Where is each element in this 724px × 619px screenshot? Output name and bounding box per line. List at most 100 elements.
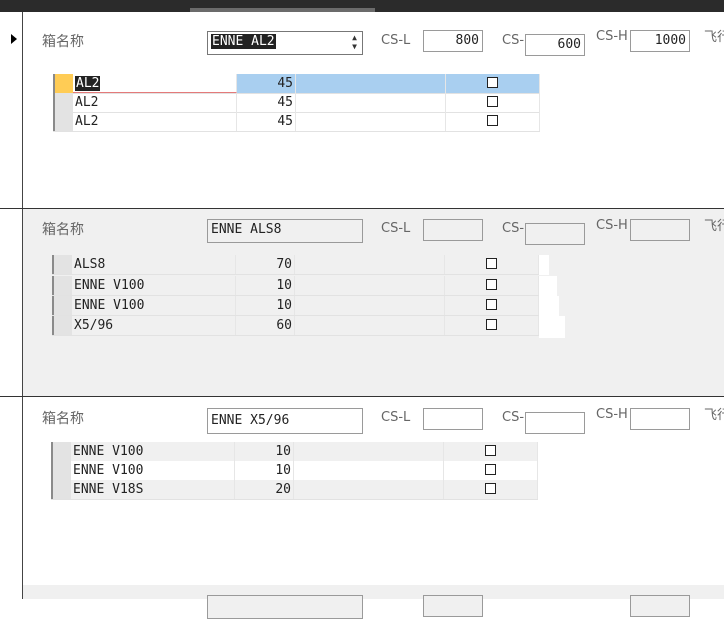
cs-w-field[interactable] xyxy=(525,412,585,434)
spin-down-icon[interactable]: ▼ xyxy=(350,42,359,51)
items-subform: ALS8 70 ENNE V100 10 ENNE V100 10 X5/96 … xyxy=(52,255,565,338)
item-name-cell[interactable]: ENNE V18S xyxy=(71,480,235,499)
item-name-cell[interactable]: AL2 xyxy=(73,93,237,112)
item-check-cell[interactable] xyxy=(446,93,540,112)
item-checkbox[interactable] xyxy=(486,299,497,310)
item-blank-cell[interactable] xyxy=(295,316,445,335)
cs-l-field[interactable]: 800 xyxy=(423,30,483,52)
item-checkbox[interactable] xyxy=(486,258,497,269)
cs-h-field[interactable] xyxy=(630,219,690,241)
item-checkbox[interactable] xyxy=(487,115,498,126)
row-selector[interactable] xyxy=(51,461,71,480)
item-qty-cell[interactable]: 20 xyxy=(235,480,294,499)
items-subform: ENNE V100 10 ENNE V100 10 ENNE V18S 20 xyxy=(51,442,538,500)
item-name-cell[interactable]: ALS8 xyxy=(72,255,236,274)
item-check-cell[interactable] xyxy=(444,480,538,499)
row-selector[interactable] xyxy=(53,112,73,131)
item-name-cell[interactable]: AL2 xyxy=(73,74,237,93)
spin-up-icon[interactable]: ▲ xyxy=(350,33,359,42)
item-check-cell[interactable] xyxy=(446,74,540,93)
table-row[interactable]: ALS8 70 xyxy=(52,255,539,275)
item-check-cell[interactable] xyxy=(444,442,538,461)
current-record-arrow-icon xyxy=(11,34,17,44)
item-blank-cell[interactable] xyxy=(294,442,444,461)
item-name-cell[interactable]: ENNE V100 xyxy=(72,276,236,295)
item-qty-cell[interactable]: 10 xyxy=(236,276,295,295)
item-qty-cell[interactable]: 70 xyxy=(236,255,295,274)
box-name-value: ENNE AL2 xyxy=(211,34,276,49)
item-checkbox[interactable] xyxy=(486,279,497,290)
cs-l-label: CS-L xyxy=(381,33,411,48)
item-checkbox[interactable] xyxy=(485,483,496,494)
item-blank-cell[interactable] xyxy=(294,461,444,480)
item-blank-cell[interactable] xyxy=(294,480,444,499)
item-qty-cell[interactable]: 10 xyxy=(235,442,294,461)
item-blank-cell[interactable] xyxy=(295,255,445,274)
table-row[interactable]: ENNE V100 10 xyxy=(52,296,539,316)
item-check-cell[interactable] xyxy=(445,255,539,274)
item-name-cell[interactable]: ENNE V100 xyxy=(71,442,235,461)
row-selector[interactable] xyxy=(51,480,71,499)
item-check-cell[interactable] xyxy=(445,296,539,315)
table-row[interactable]: AL2 45 xyxy=(53,112,540,132)
item-qty-cell[interactable]: 60 xyxy=(236,316,295,335)
row-selector[interactable] xyxy=(52,296,72,315)
cs-l-field[interactable] xyxy=(423,408,483,430)
row-selector[interactable] xyxy=(52,276,72,295)
item-qty-cell[interactable]: 10 xyxy=(236,296,295,315)
box-name-field[interactable]: ENNE ALS8 xyxy=(207,219,363,243)
item-name-cell[interactable]: ENNE V100 xyxy=(72,296,236,315)
item-qty-cell[interactable]: 45 xyxy=(237,74,296,93)
flight-label: 飞行 xyxy=(704,30,724,45)
cs-w-field[interactable] xyxy=(525,223,585,245)
box-name-field[interactable]: ENNE X5/96 xyxy=(207,408,363,434)
item-blank-cell[interactable] xyxy=(296,93,446,112)
combo-spinner[interactable]: ▲ ▼ xyxy=(350,33,359,51)
cs-h-field[interactable] xyxy=(630,595,690,617)
row-selector[interactable] xyxy=(53,74,73,93)
record-4-partial xyxy=(23,585,724,619)
table-row[interactable]: ENNE V100 10 xyxy=(51,461,538,481)
item-name-cell[interactable]: ENNE V100 xyxy=(71,461,235,480)
table-row[interactable]: ENNE V100 10 xyxy=(51,442,538,462)
item-checkbox[interactable] xyxy=(485,445,496,456)
item-checkbox[interactable] xyxy=(487,96,498,107)
cs-h-field[interactable] xyxy=(630,408,690,430)
item-blank-cell[interactable] xyxy=(295,296,445,315)
table-row[interactable]: AL2 45 xyxy=(53,74,540,94)
item-name-cell[interactable]: X5/96 xyxy=(72,316,236,335)
table-row[interactable]: X5/96 60 xyxy=(52,316,539,336)
cs-l-field[interactable] xyxy=(423,595,483,617)
item-checkbox[interactable] xyxy=(487,77,498,88)
item-check-cell[interactable] xyxy=(445,276,539,295)
table-row[interactable]: AL2 45 xyxy=(53,93,540,113)
item-check-cell[interactable] xyxy=(444,461,538,480)
row-selector[interactable] xyxy=(51,442,71,461)
record-selector-column[interactable] xyxy=(0,12,23,599)
cs-w-label: CS- xyxy=(502,33,525,48)
item-check-cell[interactable] xyxy=(445,316,539,335)
item-qty-cell[interactable]: 45 xyxy=(237,93,296,112)
item-name-cell[interactable]: AL2 xyxy=(73,112,237,131)
item-blank-cell[interactable] xyxy=(296,74,446,93)
item-check-cell[interactable] xyxy=(446,112,540,131)
row-overflow-tail xyxy=(539,255,549,275)
item-blank-cell[interactable] xyxy=(296,112,446,131)
row-overflow-tail xyxy=(539,296,559,316)
table-row[interactable]: ENNE V18S 20 xyxy=(51,480,538,500)
row-selector[interactable] xyxy=(52,316,72,335)
item-checkbox[interactable] xyxy=(486,319,497,330)
cs-l-label: CS-L xyxy=(381,221,411,236)
item-checkbox[interactable] xyxy=(485,464,496,475)
cs-l-field[interactable] xyxy=(423,219,483,241)
item-qty-cell[interactable]: 45 xyxy=(237,112,296,131)
cs-h-field[interactable]: 1000 xyxy=(630,30,690,52)
cs-w-label: CS- xyxy=(502,410,525,425)
box-name-combo[interactable]: ENNE AL2 ▲ ▼ xyxy=(207,31,363,55)
row-selector[interactable] xyxy=(52,255,72,274)
item-blank-cell[interactable] xyxy=(295,276,445,295)
table-row[interactable]: ENNE V100 10 xyxy=(52,276,539,296)
row-selector[interactable] xyxy=(53,93,73,112)
cs-w-field[interactable]: 600 xyxy=(525,34,585,56)
item-qty-cell[interactable]: 10 xyxy=(235,461,294,480)
